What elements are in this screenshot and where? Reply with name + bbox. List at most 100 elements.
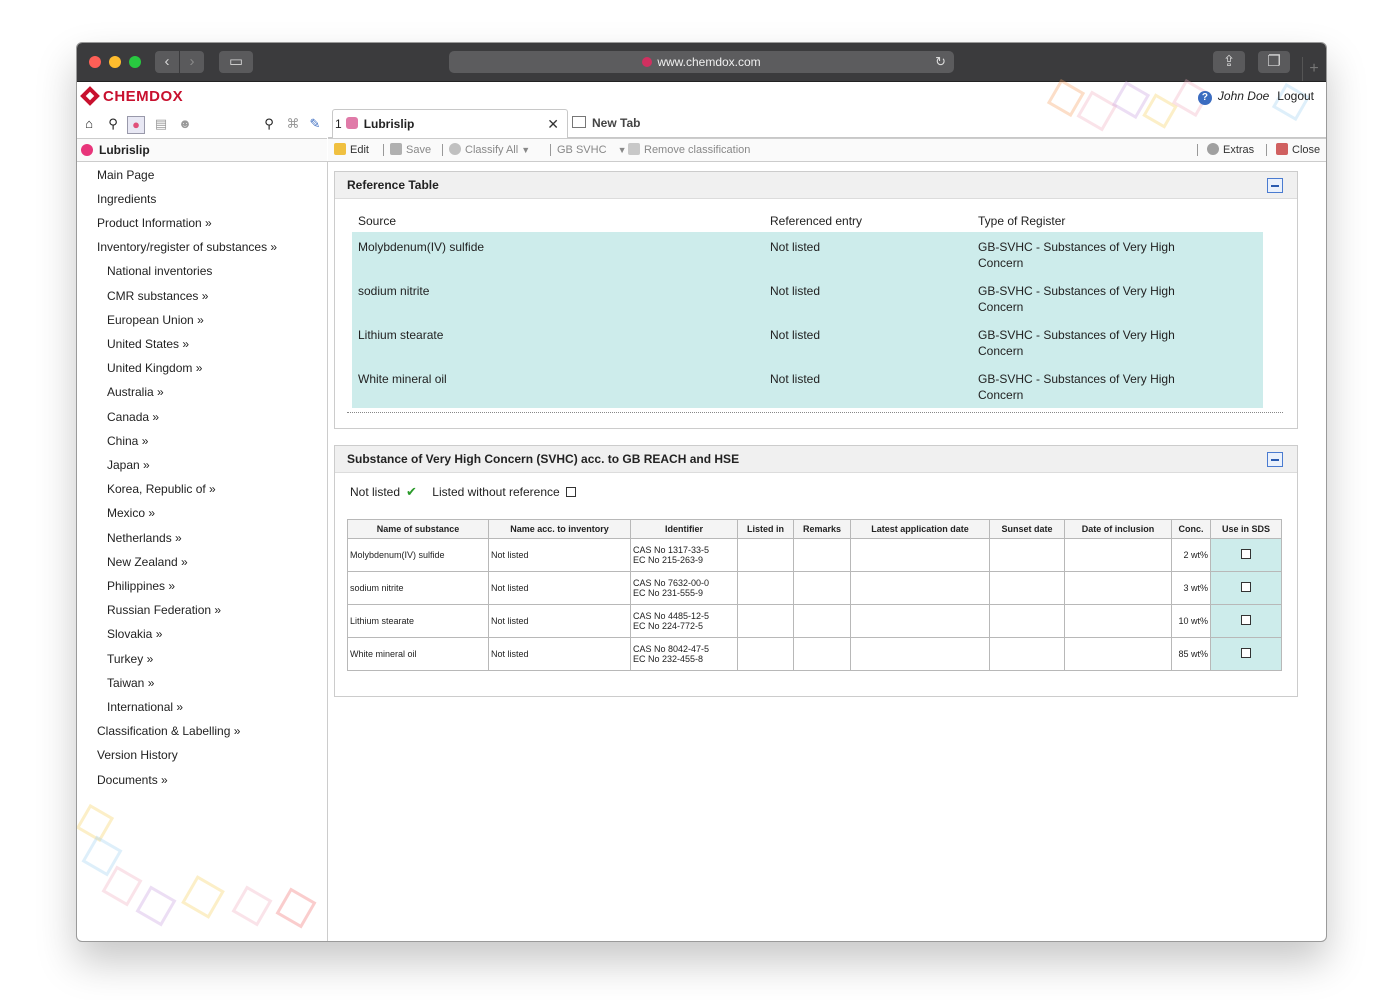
nav-canada[interactable]: Canada » bbox=[107, 410, 159, 424]
nav-international[interactable]: International » bbox=[107, 700, 183, 714]
substance-name-cell: sodium nitrite bbox=[347, 571, 489, 605]
table-row[interactable]: Lithium stearate Not listed CAS No 4485-… bbox=[347, 604, 1282, 638]
nav-china[interactable]: China » bbox=[107, 434, 148, 448]
nav-cmr-substances[interactable]: CMR substances » bbox=[107, 289, 208, 303]
reload-icon[interactable]: ↻ bbox=[935, 51, 946, 73]
product-icon[interactable]: ● bbox=[127, 116, 145, 134]
column-header[interactable]: Sunset date bbox=[989, 519, 1065, 539]
dropdown-arrow-icon[interactable]: ▼ bbox=[618, 145, 627, 155]
chemdox-app: CHEMDOX ? John Doe Logout ⌂ ⚲ ● ▤ ☻ ⚲ ⌘ ✎ … bbox=[77, 78, 1326, 941]
collapse-icon[interactable] bbox=[1267, 178, 1283, 193]
listed-in-cell bbox=[737, 604, 794, 638]
nav-slovakia[interactable]: Slovakia » bbox=[107, 627, 162, 641]
nav-product-information[interactable]: Product Information » bbox=[97, 216, 212, 230]
nav-russian-federation[interactable]: Russian Federation » bbox=[107, 603, 221, 617]
substance-name-cell: Lithium stearate bbox=[347, 604, 489, 638]
gb-svhc-dropdown[interactable]: GB SVHC ▼ bbox=[557, 139, 627, 161]
column-header[interactable]: Latest application date bbox=[850, 519, 990, 539]
nav-taiwan[interactable]: Taiwan » bbox=[107, 676, 154, 690]
save-button[interactable]: Save bbox=[390, 139, 431, 161]
table-row[interactable]: sodium nitrite Not listed CAS No 7632-00… bbox=[347, 571, 1282, 605]
nav-inventory-register[interactable]: Inventory/register of substances » bbox=[97, 240, 277, 254]
nav-mexico[interactable]: Mexico » bbox=[107, 506, 155, 520]
search-icon[interactable]: ⚲ bbox=[105, 116, 121, 132]
new-tab-icon bbox=[572, 116, 586, 128]
ec-number: EC No 231-555-9 bbox=[633, 588, 704, 598]
cas-number: CAS No 7632-00-0 bbox=[633, 578, 710, 588]
collapse-icon[interactable] bbox=[1267, 452, 1283, 467]
nav-philippines[interactable]: Philippines » bbox=[107, 579, 175, 593]
save-label: Save bbox=[406, 144, 432, 156]
logout-link[interactable]: Logout bbox=[1277, 89, 1314, 103]
nav-new-zealand[interactable]: New Zealand » bbox=[107, 555, 188, 569]
back-button[interactable]: ‹ bbox=[155, 51, 179, 73]
nav-european-union[interactable]: European Union » bbox=[107, 313, 204, 327]
show-tabs-button[interactable]: ❐ bbox=[1258, 51, 1290, 73]
nav-national-inventories[interactable]: National inventories bbox=[107, 264, 212, 278]
nav-version-history[interactable]: Version History bbox=[97, 748, 178, 762]
use-in-sds-checkbox[interactable] bbox=[1241, 582, 1251, 592]
dropdown-arrow-icon[interactable]: ▼ bbox=[521, 145, 530, 155]
column-header[interactable]: Name acc. to inventory bbox=[488, 519, 631, 539]
edit-note-icon[interactable]: ✎ bbox=[307, 116, 323, 132]
users-icon[interactable]: ☻ bbox=[177, 116, 193, 132]
use-in-sds-checkbox[interactable] bbox=[1241, 549, 1251, 559]
site-favicon-icon bbox=[642, 57, 653, 67]
close-tab-icon[interactable]: ✕ bbox=[547, 110, 559, 138]
nav-netherlands[interactable]: Netherlands » bbox=[107, 531, 182, 545]
toolbar-separator bbox=[1266, 144, 1267, 156]
table-row[interactable]: White mineral oil Not listed CAS No 8042… bbox=[347, 637, 1282, 671]
column-header[interactable]: Use in SDS bbox=[1210, 519, 1282, 539]
share-button[interactable]: ⇪ bbox=[1213, 51, 1245, 73]
table-row[interactable]: Molybdenum(IV) sulfide Not listed CAS No… bbox=[347, 538, 1282, 572]
tab-lubrislip[interactable]: 1 Lubrislip ✕ bbox=[332, 109, 568, 139]
reference-source-cell: Molybdenum(IV) sulfide bbox=[358, 240, 485, 254]
minimize-window-button[interactable] bbox=[109, 56, 121, 68]
address-bar[interactable]: www.chemdox.com ↻ bbox=[449, 51, 954, 73]
tag-icon[interactable]: ⌘ bbox=[285, 116, 301, 132]
close-window-button[interactable] bbox=[89, 56, 101, 68]
ec-number: EC No 232-455-8 bbox=[633, 654, 704, 664]
zoom-search-icon[interactable]: ⚲ bbox=[261, 116, 277, 132]
help-icon[interactable]: ? bbox=[1197, 91, 1212, 105]
edit-button[interactable]: Edit bbox=[334, 139, 369, 161]
use-in-sds-checkbox[interactable] bbox=[1241, 615, 1251, 625]
close-label: Close bbox=[1292, 144, 1321, 156]
nav-ingredients[interactable]: Ingredients bbox=[97, 192, 156, 206]
reference-type-cell: GB-SVHC - Substances of Very High Concern bbox=[978, 327, 1175, 359]
close-button[interactable]: Close bbox=[1276, 139, 1320, 161]
action-toolbar: Edit Save Classify All ▼ GB SVHC ▼ Remov… bbox=[328, 138, 1326, 162]
column-header[interactable]: Identifier bbox=[630, 519, 738, 539]
use-in-sds-cell bbox=[1210, 604, 1282, 638]
nav-japan[interactable]: Japan » bbox=[107, 458, 150, 472]
nav-turkey[interactable]: Turkey » bbox=[107, 652, 153, 666]
divider bbox=[347, 412, 1283, 413]
zoom-window-button[interactable] bbox=[129, 56, 141, 68]
sidebar-toggle-button[interactable]: ▭ bbox=[219, 51, 253, 73]
date-of-inclusion-cell bbox=[1064, 604, 1172, 638]
identifier-cell: CAS No 4485-12-5 EC No 224-772-5 bbox=[630, 604, 738, 638]
column-header[interactable]: Name of substance bbox=[347, 519, 489, 539]
remove-classification-button[interactable]: Remove classification bbox=[628, 139, 750, 161]
tab-new-tab[interactable]: New Tab bbox=[572, 109, 692, 137]
identifier-cell: CAS No 8042-47-5 EC No 232-455-8 bbox=[630, 637, 738, 671]
nav-united-states[interactable]: United States » bbox=[107, 337, 189, 351]
nav-main-page[interactable]: Main Page bbox=[97, 168, 154, 182]
column-header[interactable]: Conc. bbox=[1171, 519, 1211, 539]
document-icon[interactable]: ▤ bbox=[153, 116, 169, 132]
nav-australia[interactable]: Australia » bbox=[107, 385, 164, 399]
nav-classification-labelling[interactable]: Classification & Labelling » bbox=[97, 724, 240, 738]
use-in-sds-checkbox[interactable] bbox=[1241, 648, 1251, 658]
nav-korea[interactable]: Korea, Republic of » bbox=[107, 482, 216, 496]
home-icon[interactable]: ⌂ bbox=[81, 116, 97, 132]
column-header[interactable]: Date of inclusion bbox=[1064, 519, 1172, 539]
column-header[interactable]: Listed in bbox=[737, 519, 794, 539]
nav-documents[interactable]: Documents » bbox=[97, 773, 168, 787]
extras-button[interactable]: Extras bbox=[1207, 139, 1254, 161]
column-header[interactable]: Remarks bbox=[793, 519, 851, 539]
nav-united-kingdom[interactable]: United Kingdom » bbox=[107, 361, 202, 375]
forward-button[interactable]: › bbox=[180, 51, 204, 73]
classify-all-button[interactable]: Classify All ▼ bbox=[449, 139, 530, 161]
identifier-cell: CAS No 1317-33-5 EC No 215-263-9 bbox=[630, 538, 738, 572]
new-tab-button[interactable]: + bbox=[1302, 57, 1325, 81]
